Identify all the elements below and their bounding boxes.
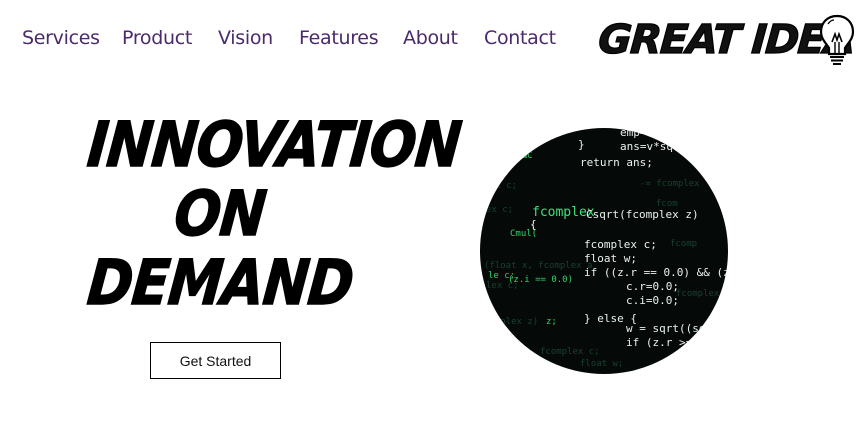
bg-code-line: ex c; [490, 181, 517, 191]
code-line: if ((z.r == 0.0) && (z.i == 0.0)) { [584, 266, 728, 279]
green-code-fragment: / * &C [500, 151, 533, 161]
bg-code-line: float w; [580, 359, 623, 369]
code-line: w = sqrt((sqrt(z.r [626, 322, 728, 335]
code-image: ex c; ex c; ex c; -= fcomplex fcom fcomp… [480, 128, 728, 374]
lightbulb-icon [819, 14, 855, 65]
nav-item-product[interactable]: Product [122, 24, 192, 52]
nav-item-services[interactable]: Services [22, 24, 100, 52]
code-line: if (z.r >= 0.0) { [626, 336, 728, 349]
nav-item-features[interactable]: Features [299, 24, 379, 52]
code-line: } [578, 138, 585, 151]
code-line-fn: Csqrt(fcomplex z) [586, 208, 699, 221]
code-line: c.r=0.0; [626, 280, 679, 293]
hero-headline: INNOVATION ON DEMAND [70, 107, 465, 319]
bg-code-line: ex c; [484, 161, 511, 171]
green-code-fragment: z; [546, 317, 557, 327]
code-line: { [530, 218, 537, 231]
code-line: emp=v/v; [620, 128, 673, 139]
code-line: float w; [584, 252, 637, 265]
nav-item-contact[interactable]: Contact [484, 24, 556, 52]
code-line: c.i=0.0; [626, 294, 679, 307]
hero-line-3: DEMAND [84, 245, 357, 319]
bg-code-line: fcomp [670, 239, 697, 249]
get-started-button[interactable]: Get Started [150, 342, 281, 379]
code-line: ans=v*sqrt(1.0+temp*te [620, 140, 728, 153]
brand-logo[interactable]: GREAT IDEA [596, 12, 858, 68]
green-code-fragment: (z.i == 0.0) [508, 275, 573, 285]
logo-text: GREAT IDEA [596, 16, 856, 63]
code-line: fcomplex c; [584, 238, 657, 251]
code-line: return ans; [580, 156, 653, 169]
bg-code-line: -= fcomplex [640, 179, 700, 189]
landing-page: Services Product Vision Features About C… [0, 0, 866, 421]
hero-line-2: ON [171, 176, 269, 250]
nav-item-about[interactable]: About [403, 24, 458, 52]
hero-line-1: INNOVATION [84, 107, 465, 181]
bg-code-line: ex c; [486, 205, 513, 215]
bg-code-line: complex z) [484, 317, 538, 327]
bg-code-line: (float x, fcomplex a [484, 261, 592, 271]
bg-code-line: fcomplex Co [676, 289, 728, 299]
nav-item-vision[interactable]: Vision [218, 24, 273, 52]
bg-code-line: fcomplex c; [540, 347, 600, 357]
